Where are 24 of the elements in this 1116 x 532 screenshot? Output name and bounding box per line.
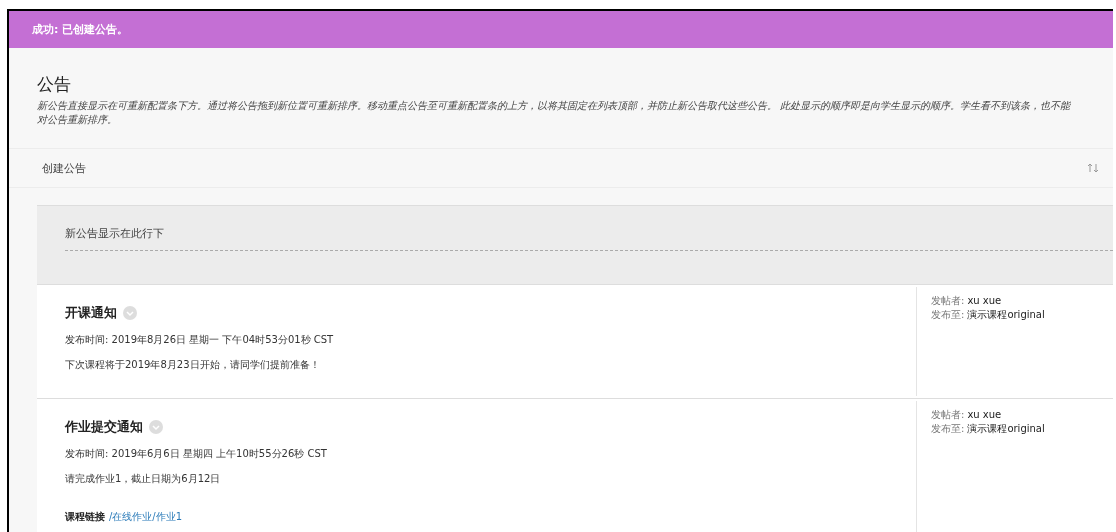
page-title: 公告: [37, 73, 72, 96]
course-link[interactable]: /在线作业/作业1: [109, 510, 183, 524]
sort-icon[interactable]: [1087, 163, 1099, 173]
author-name: xu xue: [967, 294, 1002, 308]
author-label: 发帖者:: [931, 294, 965, 308]
posted-to-label: 发布至:: [931, 422, 965, 436]
posted-time: 发布时间: 2019年8月26日 星期一 下午04时53分01秒 CST: [65, 333, 335, 347]
create-announcement-button[interactable]: 创建公告: [42, 160, 86, 176]
announcement-title[interactable]: 开课通知: [65, 304, 117, 322]
success-message: 成功: 已创建公告。: [32, 22, 129, 37]
announcement-body: 下次课程将于2019年8月23日开始，请同学们提前准备！: [65, 358, 321, 372]
announcement-body: 请完成作业1，截止日期为6月12日: [65, 472, 222, 486]
announcement-title[interactable]: 作业提交通知: [65, 418, 143, 436]
link-label: 课程链接: [65, 510, 105, 524]
course-name: 演示课程original: [967, 422, 1045, 436]
chevron-icon[interactable]: [149, 420, 163, 434]
posted-time: 发布时间: 2019年6月6日 星期四 上午10时55分26秒 CST: [65, 447, 328, 461]
page-description: 新公告直接显示在可重新配置条下方。通过将公告拖到新位置可重新排序。移动重点公告至可重新配置条的上方，以将其固定在列表顶部，并防止新公告取代这些公告。 此处显示的顺序即是向学生显示的顺序。学生看不到该条，也不能对公告重新排序。: [37, 99, 1072, 127]
course-name: 演示课程original: [967, 308, 1045, 322]
posted-to-label: 发布至:: [931, 308, 965, 322]
author-label: 发帖者:: [931, 408, 965, 422]
author-name: xu xue: [967, 408, 1002, 422]
reorder-label: 新公告显示在此行下: [65, 226, 1113, 251]
chevron-icon[interactable]: [123, 306, 137, 320]
